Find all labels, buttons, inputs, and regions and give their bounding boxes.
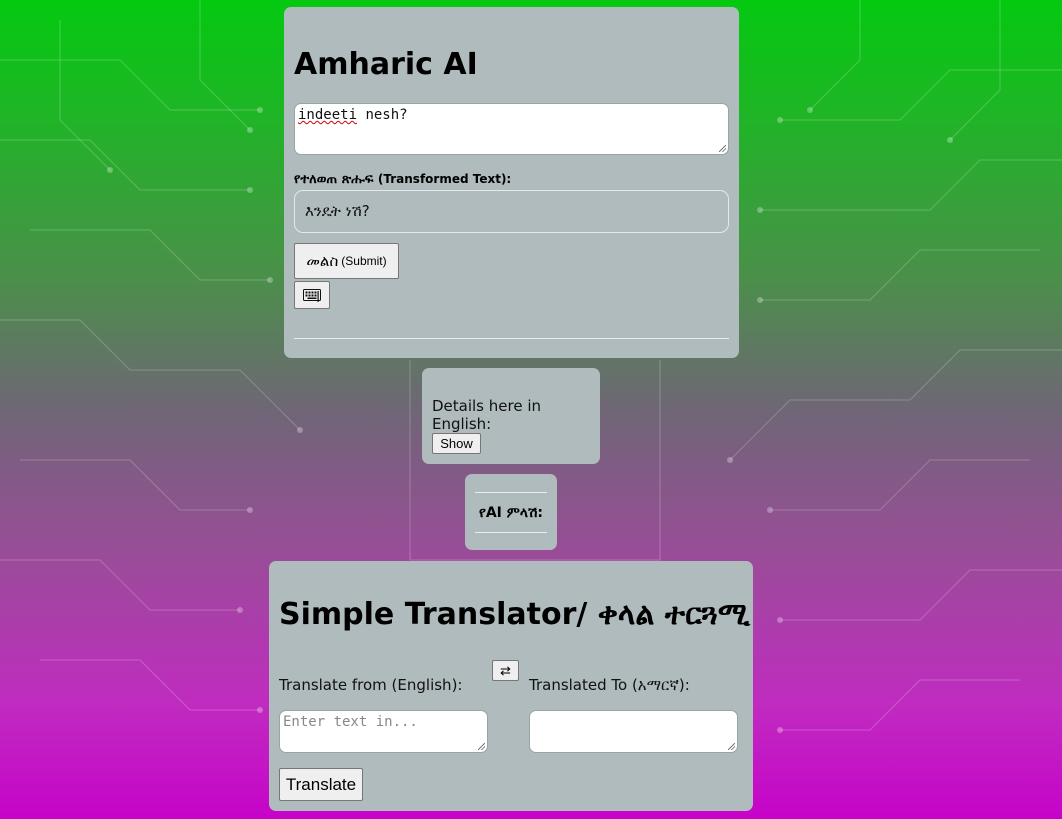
response-divider-top (475, 492, 547, 493)
keyboard-toggle-button[interactable] (294, 281, 330, 309)
translate-from-input[interactable]: Enter text in... (279, 710, 488, 753)
section-divider (294, 338, 729, 339)
swap-languages-button[interactable]: ⇄ (492, 660, 519, 681)
translate-button[interactable]: Translate (279, 768, 363, 801)
resize-grip-icon[interactable] (719, 145, 726, 152)
resize-grip-icon[interactable] (478, 743, 485, 750)
amharic-ai-panel: Amharic AI indeeti nesh? የተለወጠ ጽሑፍ (Tran… (284, 7, 739, 358)
transformed-text-label: የተለወጠ ጽሑፍ (Transformed Text): (294, 172, 512, 187)
translator-title: Simple Translator/ ቀላል ተርጓሚ (279, 597, 750, 632)
translator-panel: Simple Translator/ ቀላል ተርጓሚ Translate fr… (269, 561, 753, 811)
translated-to-label: Translated To (አማርኛ): (529, 676, 690, 694)
transformed-text-output: እንዴት ነሽ? (294, 190, 729, 233)
from-input-placeholder: Enter text in... (283, 714, 418, 730)
input-misspelled-word: indeeti (298, 107, 358, 123)
response-divider-bottom (475, 532, 547, 533)
translate-from-label: Translate from (English): (279, 676, 463, 694)
ai-response-label: የAI ምላሽ: (479, 505, 543, 521)
ai-response-panel: የAI ምላሽ: (465, 474, 557, 550)
translated-to-output[interactable] (529, 710, 738, 753)
amharic-ai-title: Amharic AI (294, 47, 478, 82)
amharic-input-textarea[interactable]: indeeti nesh? (294, 103, 729, 155)
keyboard-icon (303, 288, 321, 302)
submit-button[interactable]: መልስ (Submit) (294, 243, 399, 279)
resize-grip-icon[interactable] (728, 743, 735, 750)
show-details-button[interactable]: Show (432, 433, 481, 454)
details-panel: Details here in English: Show (422, 368, 600, 464)
details-label: Details here in English: (432, 397, 542, 433)
